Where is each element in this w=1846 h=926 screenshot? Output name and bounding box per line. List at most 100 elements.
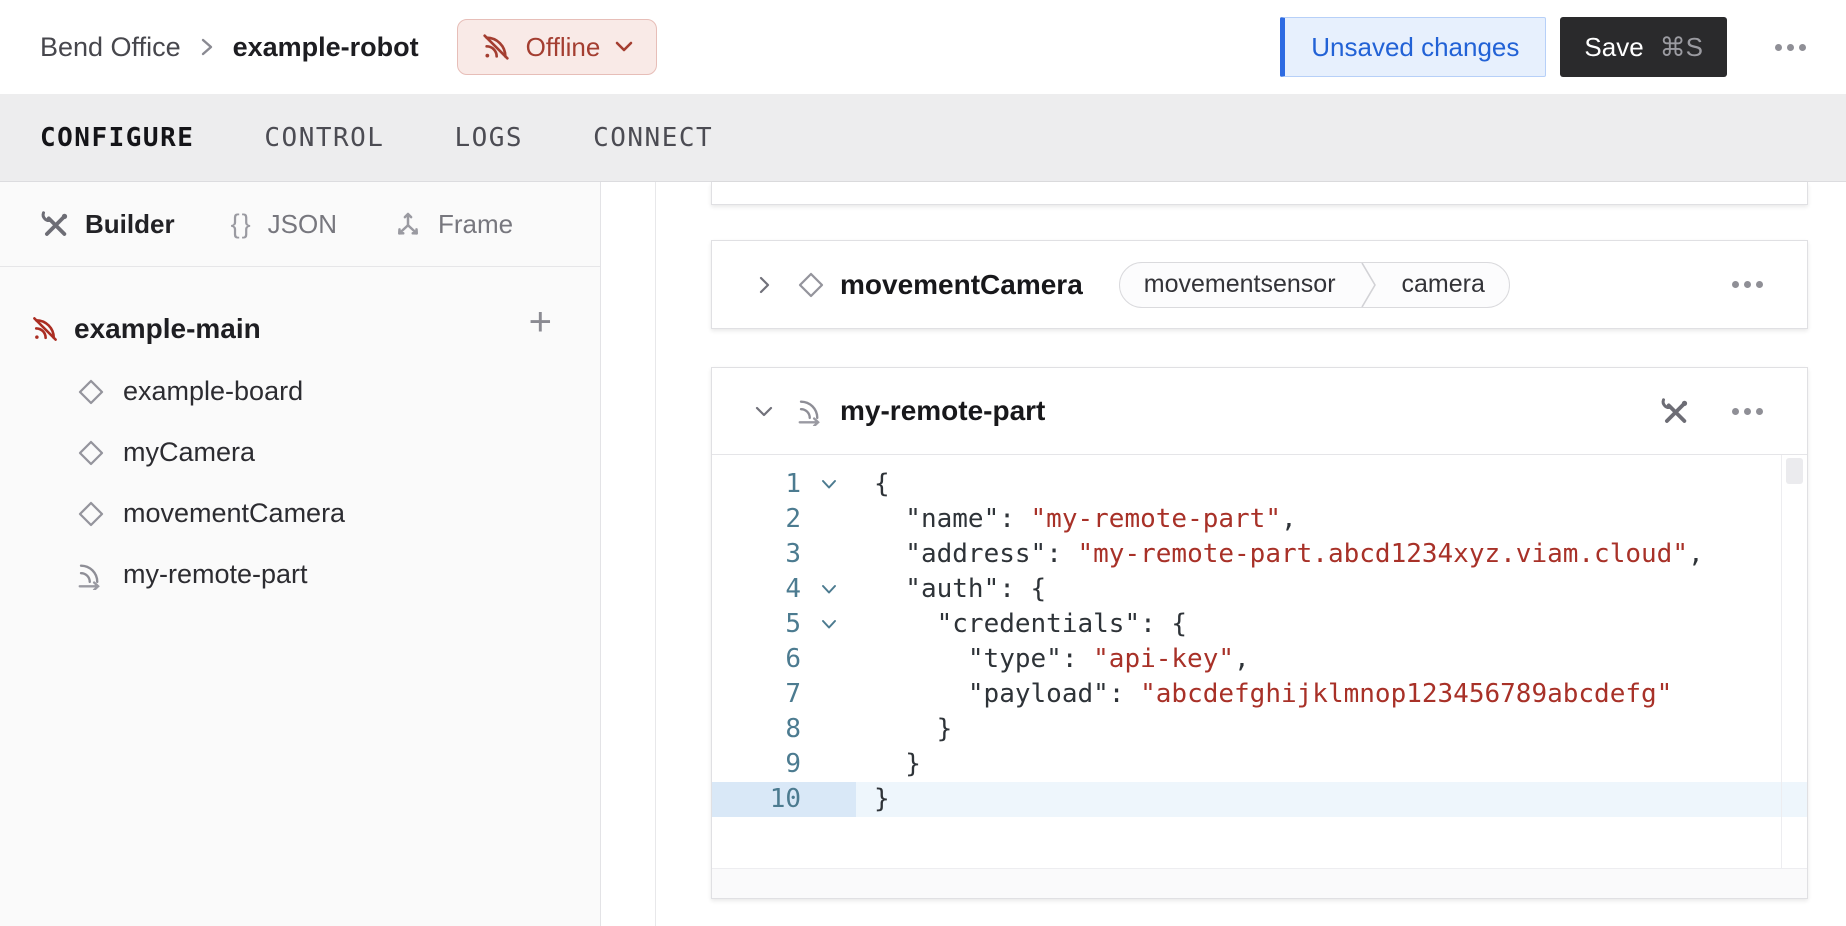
- code-line-5: 5 "credentials": {: [712, 607, 1807, 642]
- card-title: movementCamera: [840, 269, 1083, 301]
- breadcrumb-chevron-icon: [199, 34, 215, 60]
- fold-chevron-down-icon[interactable]: [801, 607, 856, 642]
- sidebar-item-example-main[interactable]: example-main +: [0, 297, 600, 361]
- json-code: :: [1109, 679, 1140, 709]
- code-line-3: 3 "address": "my-remote-part.abcd1234xyz.…: [712, 537, 1807, 572]
- chevron-down-icon: [614, 40, 634, 54]
- line-number: 3: [712, 537, 801, 572]
- line-gutter: 10: [712, 782, 856, 817]
- tab-logs[interactable]: LOGS: [454, 123, 523, 153]
- code-line-10: 10}: [712, 782, 1807, 817]
- line-number: 4: [712, 572, 801, 607]
- code-text[interactable]: {: [856, 467, 1807, 502]
- component-diamond-icon: [76, 377, 106, 407]
- line-number: 6: [712, 642, 801, 677]
- remote-card-header: my-remote-part: [712, 368, 1807, 455]
- canvas-divider: [655, 182, 656, 926]
- line-gutter: 9: [712, 747, 856, 782]
- card-overflow-menu-button[interactable]: [1728, 277, 1767, 292]
- machine-tab-bar: CONFIGURE CONTROL LOGS CONNECT: [0, 94, 1846, 182]
- component-type-pill: movementsensorcamera: [1119, 262, 1510, 308]
- header-overflow-menu-button[interactable]: [1769, 38, 1812, 57]
- card-overflow-menu-button[interactable]: [1728, 404, 1767, 419]
- code-text[interactable]: "payload": "abcdefghijklmnop123456789abc…: [856, 677, 1807, 712]
- fold-spacer: [801, 712, 856, 747]
- sidebar-item-mycamera[interactable]: myCamera: [0, 422, 600, 483]
- unsaved-changes-button[interactable]: Unsaved changes: [1280, 17, 1546, 77]
- tab-connect[interactable]: CONNECT: [593, 123, 713, 153]
- component-diamond-icon: [76, 499, 106, 529]
- config-canvas: movementCamera movementsensorcamera my-r…: [601, 182, 1846, 926]
- fold-chevron-down-icon[interactable]: [801, 572, 856, 607]
- code-line-4: 4 "auth": {: [712, 572, 1807, 607]
- code-text[interactable]: "credentials": {: [856, 607, 1807, 642]
- card-partially-scrolled: [711, 182, 1808, 205]
- json-code: ,: [1234, 644, 1250, 674]
- tab-control[interactable]: CONTROL: [264, 123, 384, 153]
- code-text[interactable]: }: [856, 712, 1807, 747]
- mode-frame[interactable]: Frame: [393, 209, 513, 240]
- line-number: 2: [712, 502, 801, 537]
- json-code-editor[interactable]: 1{2 "name": "my-remote-part", 3 "address": …: [712, 455, 1807, 868]
- line-number: 5: [712, 607, 801, 642]
- json-code: :: [1062, 644, 1093, 674]
- save-button[interactable]: Save ⌘S: [1560, 17, 1727, 77]
- code-line-1: 1{: [712, 467, 1807, 502]
- config-mode-switcher: Builder {}JSON Frame: [0, 182, 600, 267]
- pill-tag-camera: camera: [1378, 270, 1509, 299]
- breadcrumb-location[interactable]: Bend Office: [40, 32, 181, 63]
- mode-json[interactable]: {}JSON: [231, 209, 337, 240]
- mode-label: Builder: [85, 209, 175, 240]
- code-line-7: 7 "payload": "abcdefghijklmnop123456789ab…: [712, 677, 1807, 712]
- unsaved-changes-label: Unsaved changes: [1311, 32, 1519, 63]
- json-code: "name": [905, 504, 999, 534]
- editor-scrollbar[interactable]: [1781, 455, 1807, 868]
- wrench-screwdriver-icon: [40, 209, 70, 239]
- code-text[interactable]: }: [856, 747, 1807, 782]
- code-text[interactable]: "auth": {: [856, 572, 1807, 607]
- status-badge-offline[interactable]: Offline: [457, 19, 658, 75]
- add-component-button[interactable]: +: [523, 301, 558, 343]
- sidebar-item-my-remote-part[interactable]: my-remote-part: [0, 544, 600, 605]
- builder-tools-button[interactable]: [1656, 392, 1694, 430]
- json-string-value: "api-key": [1093, 644, 1234, 674]
- expand-card-chevron-right-icon[interactable]: [752, 273, 776, 297]
- code-text[interactable]: "type": "api-key",: [856, 642, 1807, 677]
- sidebar-item-example-board[interactable]: example-board: [0, 361, 600, 422]
- code-text[interactable]: "address": "my-remote-part.abcd1234xyz.v…: [856, 537, 1807, 572]
- json-code: {: [874, 469, 890, 499]
- part-children: example-board myCameramovementCamera my-re…: [0, 361, 600, 605]
- mode-label: JSON: [268, 209, 337, 240]
- card-footer: [712, 868, 1807, 898]
- card-title: my-remote-part: [840, 395, 1045, 427]
- code-line-6: 6 "type": "api-key",: [712, 642, 1807, 677]
- json-code: ,: [1281, 504, 1297, 534]
- json-code: "auth": [905, 574, 999, 604]
- component-label: example-board: [123, 376, 303, 407]
- code-text[interactable]: "name": "my-remote-part",: [856, 502, 1807, 537]
- line-gutter: 8: [712, 712, 856, 747]
- json-code: }: [905, 749, 921, 779]
- network-offline-icon: [480, 31, 512, 63]
- line-number: 7: [712, 677, 801, 712]
- collapse-card-chevron-down-icon[interactable]: [752, 399, 776, 423]
- main-part-label: example-main: [74, 313, 261, 345]
- remote-part-icon: [796, 396, 826, 426]
- sidebar-item-movementcamera[interactable]: movementCamera: [0, 483, 600, 544]
- component-diamond-icon: [796, 270, 826, 300]
- header-actions: Unsaved changes Save ⌘S: [1280, 17, 1812, 77]
- json-code: :: [1046, 539, 1077, 569]
- fold-spacer: [801, 537, 856, 572]
- line-gutter: 2: [712, 502, 856, 537]
- card-movement-camera: movementCamera movementsensorcamera: [711, 240, 1808, 329]
- code-text[interactable]: }: [856, 782, 1807, 817]
- component-label: my-remote-part: [123, 559, 308, 590]
- mode-label: Frame: [438, 209, 513, 240]
- line-number: 9: [712, 747, 801, 782]
- machine-part-tree: example-main + example-board myCameramove…: [0, 267, 600, 605]
- json-code: }: [937, 714, 953, 744]
- mode-builder[interactable]: Builder: [40, 209, 175, 240]
- line-gutter: 4: [712, 572, 856, 607]
- fold-chevron-down-icon[interactable]: [801, 467, 856, 502]
- tab-configure[interactable]: CONFIGURE: [40, 123, 194, 153]
